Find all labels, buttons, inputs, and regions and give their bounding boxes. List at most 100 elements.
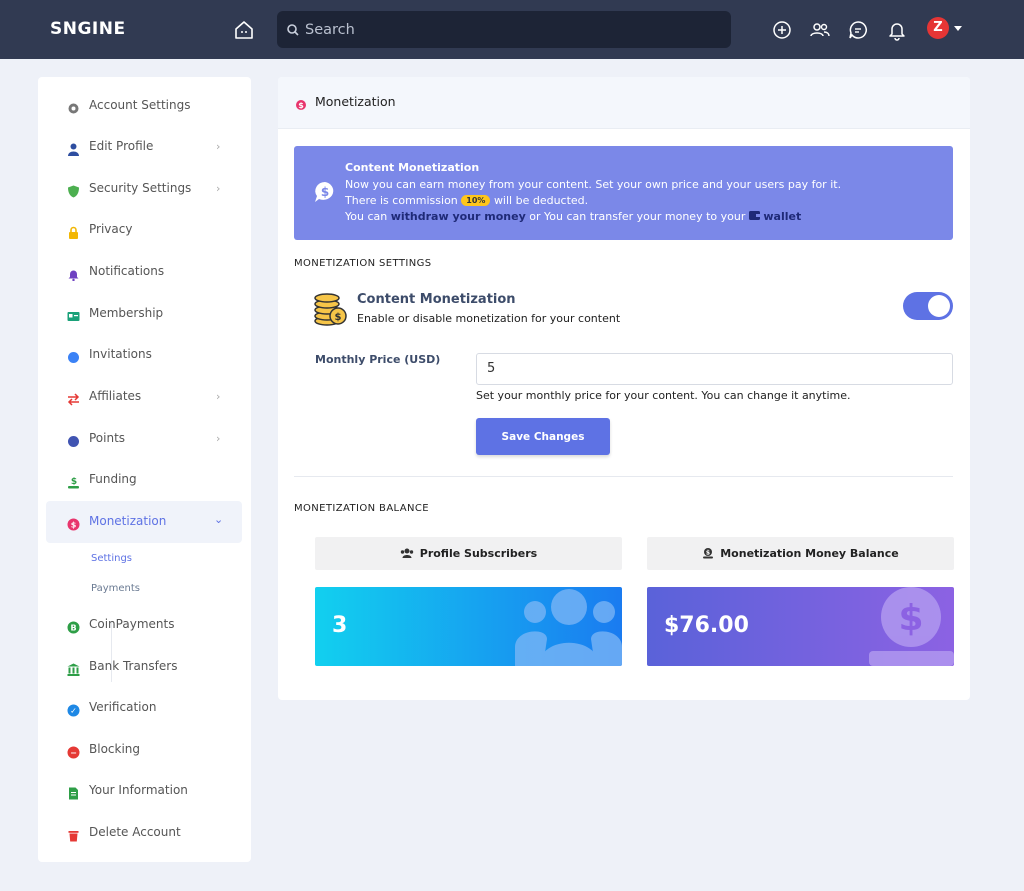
monetization-alert: $ Content Monetization Now you can earn … bbox=[294, 146, 953, 240]
users-icon bbox=[400, 539, 414, 572]
svg-text:$: $ bbox=[71, 521, 77, 530]
withdraw-link[interactable]: withdraw your money bbox=[391, 210, 526, 223]
balance-heading: MONETIZATION BALANCE bbox=[294, 503, 429, 514]
users-icon bbox=[515, 589, 622, 666]
home-icon[interactable] bbox=[232, 18, 256, 42]
check-circle-icon: ✓ bbox=[67, 702, 80, 717]
chevron-right-icon: › bbox=[216, 432, 221, 445]
sidebar-item-label: Account Settings bbox=[89, 98, 191, 112]
settings-sidebar: Account Settings Edit Profile › Security Se… bbox=[38, 77, 251, 862]
monetization-toggle[interactable] bbox=[903, 292, 953, 320]
monthly-price-input[interactable]: 5 bbox=[476, 353, 953, 385]
svg-text:$: $ bbox=[321, 185, 329, 199]
svg-text:$: $ bbox=[298, 101, 304, 110]
price-hint: Set your monthly price for your content.… bbox=[476, 389, 851, 402]
handshake-icon bbox=[67, 349, 80, 363]
alert-line-2: There is commission 10% will be deducted… bbox=[345, 194, 588, 207]
top-navbar: SNGINE Z bbox=[0, 0, 1024, 59]
chevron-down-icon: ⌄ bbox=[214, 513, 224, 526]
submenu-item-settings[interactable]: Settings bbox=[91, 553, 132, 564]
sidebar-item-your-information[interactable]: Your Information bbox=[46, 770, 242, 812]
friends-icon[interactable] bbox=[809, 19, 831, 41]
bell-icon bbox=[67, 266, 80, 282]
sidebar-item-label: Security Settings bbox=[89, 181, 192, 195]
search-box bbox=[277, 11, 731, 48]
sidebar-item-bank-transfers[interactable]: Bank Transfers bbox=[46, 646, 242, 688]
bell-icon[interactable] bbox=[886, 19, 908, 41]
alert-text: or You can transfer your money to your bbox=[529, 210, 746, 223]
balance-card: $76.00 $ bbox=[647, 587, 954, 666]
sidebar-item-affiliates[interactable]: Affiliates › bbox=[46, 376, 242, 418]
sidebar-item-label: Affiliates bbox=[89, 389, 142, 403]
money-hand-icon: $ bbox=[869, 587, 954, 666]
toggle-knob bbox=[928, 295, 950, 317]
alert-text: You can bbox=[345, 210, 388, 223]
add-circle-icon[interactable] bbox=[771, 19, 793, 41]
sidebar-item-invitations[interactable]: Invitations bbox=[46, 334, 242, 376]
sidebar-item-funding[interactable]: $ Funding bbox=[46, 459, 242, 501]
sidebar-item-privacy[interactable]: Privacy bbox=[46, 209, 242, 251]
sidebar-item-verification[interactable]: ✓ Verification bbox=[46, 687, 242, 729]
sidebar-item-blocking[interactable]: − Blocking bbox=[46, 729, 242, 771]
sidebar-item-monetization[interactable]: $ Monetization ⌄ bbox=[46, 501, 242, 543]
save-changes-button[interactable]: Save Changes bbox=[476, 418, 610, 455]
svg-text:$: $ bbox=[706, 550, 710, 557]
alert-line-1: Now you can earn money from your content… bbox=[345, 178, 842, 191]
sidebar-item-edit-profile[interactable]: Edit Profile › bbox=[46, 126, 242, 168]
messages-icon[interactable] bbox=[847, 19, 869, 41]
sidebar-item-membership[interactable]: Membership bbox=[46, 293, 242, 335]
toggle-title: Content Monetization bbox=[357, 292, 516, 307]
price-label: Monthly Price (USD) bbox=[315, 353, 441, 366]
subscribers-card: 3 bbox=[315, 587, 622, 666]
sidebar-item-coinpayments[interactable]: B CoinPayments bbox=[46, 604, 242, 646]
sidebar-item-label: Verification bbox=[89, 700, 157, 714]
panel-header: $ Monetization bbox=[278, 77, 970, 129]
gear-icon bbox=[67, 100, 80, 114]
subscribers-label: Profile Subscribers bbox=[419, 547, 538, 560]
chevron-right-icon: › bbox=[216, 140, 221, 153]
sidebar-item-label: Funding bbox=[89, 472, 137, 486]
sidebar-item-label: Edit Profile bbox=[89, 139, 154, 153]
search-input[interactable] bbox=[305, 11, 725, 48]
sidebar-item-points[interactable]: Points › bbox=[46, 418, 242, 460]
bank-icon bbox=[67, 661, 80, 676]
alert-text: There is commission bbox=[345, 194, 458, 207]
sidebar-item-notifications[interactable]: Notifications bbox=[46, 251, 242, 293]
money-hand-icon: $ bbox=[702, 539, 714, 572]
chevron-right-icon: › bbox=[216, 182, 221, 195]
sidebar-item-label: Invitations bbox=[89, 347, 152, 361]
alert-title: Content Monetization bbox=[345, 161, 480, 174]
page-title: Monetization bbox=[315, 94, 396, 109]
hand-dollar-icon: $ bbox=[67, 474, 80, 489]
svg-text:−: − bbox=[70, 749, 77, 758]
search-icon bbox=[286, 22, 300, 41]
submenu-item-payments[interactable]: Payments bbox=[91, 583, 140, 594]
svg-text:$: $ bbox=[335, 312, 342, 323]
subscribers-count: 3 bbox=[332, 613, 348, 638]
shield-icon bbox=[67, 183, 80, 198]
wallet-link[interactable]: wallet bbox=[763, 210, 801, 223]
logo[interactable]: SNGINE bbox=[50, 19, 126, 39]
bitcoin-icon: B bbox=[67, 619, 80, 634]
monetization-panel: $ Monetization $ Content Monetization No… bbox=[278, 77, 970, 700]
sidebar-item-label: Your Information bbox=[89, 783, 188, 797]
minus-circle-icon: − bbox=[67, 744, 80, 759]
svg-text:✓: ✓ bbox=[70, 707, 77, 716]
svg-text:$: $ bbox=[898, 598, 923, 639]
sidebar-item-account-settings[interactable]: Account Settings bbox=[46, 85, 242, 127]
balance-header: $ Monetization Money Balance bbox=[647, 537, 954, 570]
chevron-down-icon[interactable] bbox=[954, 26, 962, 31]
money-bubble-icon: $ bbox=[67, 516, 80, 531]
alert-text: will be deducted. bbox=[493, 194, 589, 207]
sidebar-item-security-settings[interactable]: Security Settings › bbox=[46, 168, 242, 210]
balance-label: Monetization Money Balance bbox=[720, 547, 899, 560]
chevron-right-icon: › bbox=[216, 390, 221, 403]
exchange-icon bbox=[67, 391, 80, 406]
divider bbox=[294, 476, 953, 477]
balance-amount: $76.00 bbox=[664, 613, 749, 638]
alert-line-3: You can withdraw your money or You can t… bbox=[345, 210, 801, 223]
avatar[interactable]: Z bbox=[927, 17, 949, 39]
sidebar-item-label: Bank Transfers bbox=[89, 659, 178, 673]
sidebar-item-delete-account[interactable]: Delete Account bbox=[46, 812, 242, 854]
sidebar-item-label: Membership bbox=[89, 306, 164, 320]
